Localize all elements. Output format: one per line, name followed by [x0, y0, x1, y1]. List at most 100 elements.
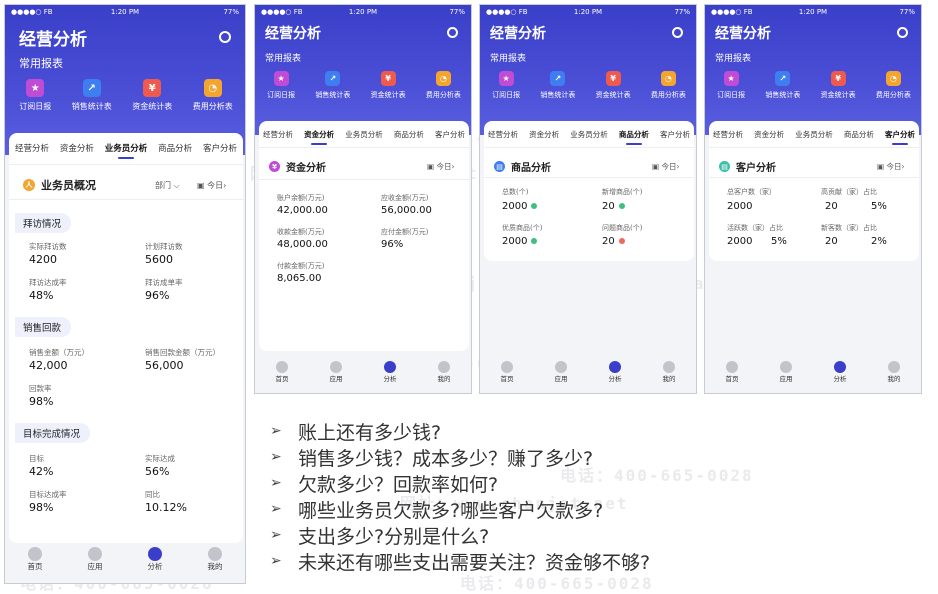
- panel-title-text: 商品分析: [511, 163, 551, 174]
- nav-apps[interactable]: 应用: [330, 361, 343, 393]
- nav-home[interactable]: 首页: [726, 361, 739, 393]
- tab-products[interactable]: 商品分析: [158, 142, 192, 154]
- shortcut-funds-stats[interactable]: ¥ 资金统计表: [132, 79, 172, 112]
- tab-funds[interactable]: 资金分析: [304, 129, 334, 145]
- shortcut-sales-stats[interactable]: ↗ 销售统计表: [765, 71, 800, 100]
- tab-customers[interactable]: 客户分析: [203, 142, 237, 154]
- metric-value: 56%: [145, 465, 170, 478]
- nav-apps[interactable]: 应用: [555, 361, 568, 393]
- shortcut-label: 销售统计表: [765, 91, 801, 99]
- date-picker[interactable]: ▣ 今日›: [197, 180, 226, 191]
- metric-value: 2000: [727, 236, 753, 247]
- department-dropdown[interactable]: 部门 ⌵: [155, 180, 180, 191]
- date-picker[interactable]: ▣ 今日›: [652, 161, 679, 172]
- shortcut-expense-analysis[interactable]: ◔ 费用分析表: [426, 71, 461, 100]
- metric-value-ratio: 5%: [871, 201, 887, 212]
- metric-label: 问题商品(个): [602, 224, 643, 232]
- shortcut-subscribe-daily[interactable]: ★ 订阅日报: [492, 71, 520, 100]
- tab-customers[interactable]: 客户分析: [885, 129, 915, 145]
- metric-value: 20: [602, 236, 625, 247]
- date-picker[interactable]: ▣ 今日›: [877, 161, 904, 172]
- metric-value: 20: [602, 201, 625, 212]
- arrow-bullet-icon: ➢: [270, 423, 282, 439]
- gear-icon[interactable]: [672, 27, 683, 38]
- shortcut-funds-stats[interactable]: ¥ 资金统计表: [596, 71, 631, 100]
- main-card: 经营分析 资金分析 业务员分析 商品分析 客户分析 ¥ 资金分析 ▣ 今日› 账…: [259, 121, 469, 351]
- divider: [259, 147, 469, 148]
- nav-mine[interactable]: 我的: [208, 547, 223, 583]
- tab-business[interactable]: 经营分析: [15, 142, 49, 154]
- metric-label: 账户余额(万元): [277, 194, 325, 202]
- nav-analysis[interactable]: 分析: [834, 361, 847, 393]
- tab-funds[interactable]: 资金分析: [529, 129, 559, 140]
- divider: [484, 177, 694, 178]
- app-header: ●●●●○ FB 1:20 PM 77% 经营分析 常用报表 ★ 订阅日报 ↗ 销售…: [480, 5, 696, 135]
- tab-customers[interactable]: 客户分析: [660, 129, 690, 140]
- nav-apps[interactable]: 应用: [88, 547, 103, 583]
- battery: 77%: [223, 8, 239, 16]
- tab-business[interactable]: 经营分析: [713, 129, 743, 140]
- shortcut-funds-stats[interactable]: ¥ 资金统计表: [371, 71, 406, 100]
- nav-mine[interactable]: 我的: [438, 361, 451, 393]
- shortcut-sales-stats[interactable]: ↗ 销售统计表: [315, 71, 350, 100]
- arrow-bullet-icon: ➢: [270, 449, 282, 465]
- tab-customers[interactable]: 客户分析: [435, 129, 465, 140]
- tab-salesperson[interactable]: 业务员分析: [795, 129, 833, 140]
- user-icon: [888, 361, 900, 373]
- shortcut-funds-stats[interactable]: ¥ 资金统计表: [821, 71, 856, 100]
- shortcut-label: 订阅日报: [492, 91, 521, 99]
- question-text: 支出多少?分别是什么?: [298, 525, 490, 548]
- shortcut-expense-analysis[interactable]: ◔ 费用分析表: [876, 71, 911, 100]
- trend-icon: ↗: [82, 79, 101, 97]
- shortcut-expense-analysis[interactable]: ◔ 费用分析表: [651, 71, 686, 100]
- shortcut-subscribe-daily[interactable]: ★ 订阅日报: [19, 79, 51, 112]
- nav-analysis[interactable]: 分析: [148, 547, 163, 583]
- tab-products[interactable]: 商品分析: [844, 129, 874, 140]
- metric-value: 42%: [29, 465, 54, 478]
- tab-business[interactable]: 经营分析: [488, 129, 518, 140]
- gear-icon[interactable]: [219, 31, 231, 43]
- question-item: ➢ 欠款多少？回款率如何?: [270, 470, 650, 496]
- metric-label: 回款率: [29, 384, 52, 393]
- tab-funds[interactable]: 资金分析: [754, 129, 784, 140]
- metric-value: 98%: [29, 501, 54, 514]
- bottom-nav: 首页 应用 分析 我的: [480, 361, 696, 393]
- shortcut-expense-analysis[interactable]: ◔ 费用分析表: [193, 79, 233, 112]
- metric-value: 2000: [502, 236, 538, 247]
- shortcut-sales-stats[interactable]: ↗ 销售统计表: [72, 79, 112, 112]
- nav-analysis[interactable]: 分析: [609, 361, 622, 393]
- clock: 1:20 PM: [573, 8, 603, 16]
- gear-icon[interactable]: [897, 27, 908, 38]
- shortcut-label: 资金统计表: [132, 102, 173, 111]
- gear-icon[interactable]: [447, 27, 458, 38]
- nav-home[interactable]: 首页: [28, 547, 43, 583]
- tab-business[interactable]: 经营分析: [263, 129, 293, 140]
- user-icon: [438, 361, 450, 373]
- tab-bar: 经营分析 资金分析 业务员分析 商品分析 客户分析: [15, 142, 237, 159]
- nav-apps[interactable]: 应用: [780, 361, 793, 393]
- tab-salesperson[interactable]: 业务员分析: [570, 129, 608, 140]
- nav-mine[interactable]: 我的: [888, 361, 901, 393]
- metric-label: 收款金额(万元): [277, 228, 325, 236]
- shortcut-subscribe-daily[interactable]: ★ 订阅日报: [267, 71, 295, 100]
- nav-analysis[interactable]: 分析: [384, 361, 397, 393]
- tab-salesperson[interactable]: 业务员分析: [105, 142, 147, 159]
- tab-funds[interactable]: 资金分析: [60, 142, 94, 154]
- shortcut-label: 费用分析表: [425, 91, 461, 99]
- shortcut-sales-stats[interactable]: ↗ 销售统计表: [540, 71, 575, 100]
- nav-label: 分析: [608, 375, 622, 383]
- panel-title-text: 客户分析: [736, 163, 776, 174]
- tab-products[interactable]: 商品分析: [619, 129, 649, 145]
- yen-icon: ¥: [143, 79, 162, 97]
- metric-label: 付款金额(万元): [277, 262, 325, 270]
- nav-mine[interactable]: 我的: [663, 361, 676, 393]
- trend-icon: ↗: [325, 71, 341, 86]
- shortcut-subscribe-daily[interactable]: ★ 订阅日报: [717, 71, 745, 100]
- date-picker[interactable]: ▣ 今日›: [427, 161, 454, 172]
- question-text: 欠款多少？回款率如何?: [298, 473, 499, 496]
- nav-home[interactable]: 首页: [501, 361, 514, 393]
- tab-products[interactable]: 商品分析: [394, 129, 424, 140]
- tab-salesperson[interactable]: 业务员分析: [345, 129, 383, 140]
- nav-home[interactable]: 首页: [276, 361, 289, 393]
- panel-title: ¥ 资金分析: [269, 159, 326, 174]
